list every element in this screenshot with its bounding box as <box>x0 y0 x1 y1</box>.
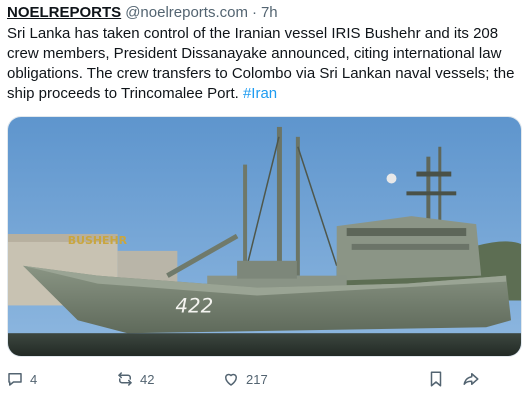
separator-dot: · <box>251 4 257 21</box>
repost-button[interactable]: 42 <box>116 366 154 392</box>
reply-icon <box>6 370 24 388</box>
author-name[interactable]: NOELREPORTS <box>7 4 121 21</box>
reply-button[interactable]: 4 <box>6 366 37 392</box>
bookmark-icon <box>427 370 445 388</box>
ship-photo: BUSHEHR 422 <box>8 117 521 356</box>
like-button[interactable]: 217 <box>222 366 268 392</box>
share-button[interactable] <box>462 366 480 392</box>
hashtag-link[interactable]: #Iran <box>243 85 277 102</box>
repost-count: 42 <box>140 371 155 387</box>
post-image[interactable]: BUSHEHR 422 <box>7 116 522 357</box>
like-count: 217 <box>246 371 268 387</box>
share-icon <box>462 370 480 388</box>
post-header: NOELREPORTS @noelreports.com · 7h <box>7 4 278 24</box>
bow-lettering: BUSHEHR <box>68 234 128 247</box>
post-text: Sri Lanka has taken control of the Irani… <box>7 24 527 104</box>
post-card: NOELREPORTS @noelreports.com · 7h Sri La… <box>0 0 532 400</box>
repost-icon <box>116 370 134 388</box>
like-icon <box>222 370 240 388</box>
reply-count: 4 <box>30 371 38 387</box>
bookmark-button[interactable] <box>427 366 445 392</box>
post-actions: 4 42 217 <box>0 366 532 392</box>
author-handle[interactable]: @noelreports.com <box>125 4 248 21</box>
post-timestamp[interactable]: 7h <box>261 4 278 21</box>
hull-number: 422 <box>175 294 213 317</box>
